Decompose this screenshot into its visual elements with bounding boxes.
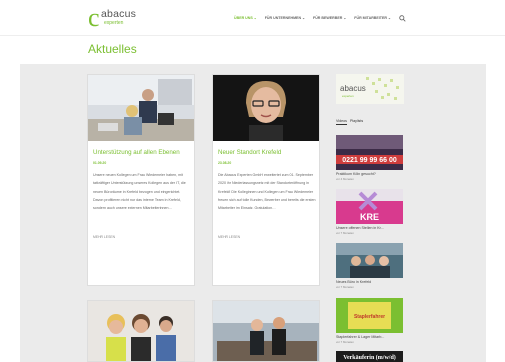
abacus-logo[interactable]: c abacus experten xyxy=(88,3,148,32)
logo-c-mark: c xyxy=(88,3,100,32)
logo-wordmark: abacus xyxy=(101,8,137,20)
post-card-office[interactable] xyxy=(212,300,320,362)
video-thumbnail-image: Verkäuferin (m/w/d) xyxy=(336,351,403,362)
video-thumbnail[interactable]: KRE xyxy=(336,189,403,224)
nav-item-fuer-unternehmen[interactable]: FÜR UNTERNEHMEN⌄ xyxy=(265,14,305,22)
post-excerpt: Die Abacus Experten GmbH erweitertet zum… xyxy=(218,173,316,211)
post-title[interactable]: Neuer Standort Krefeld xyxy=(218,149,318,157)
post-excerpt: Unsere neuen Kollegen um Frau Wiedemeier… xyxy=(93,173,186,211)
post-card-krefeld[interactable]: Neuer Standort Krefeld 23.08.20 Die Abac… xyxy=(212,74,320,286)
read-more-link[interactable]: MEHR LESEN xyxy=(218,235,240,240)
chevron-down-icon: ⌄ xyxy=(387,16,391,20)
video-thumbnail[interactable]: Staplerfahrer xyxy=(336,298,403,333)
site-header: c abacus experten ÜBER UNS⌄ FÜR UNTERNEH… xyxy=(0,0,505,36)
video-thumbnail[interactable]: Verkäuferin (m/w/d) xyxy=(336,350,403,362)
video-thumbnail-image xyxy=(336,243,403,278)
video-overlay-text: Verkäuferin (m/w/d) xyxy=(343,354,396,361)
video-overlay-text: 0221 99 99 66 00 xyxy=(342,157,397,164)
main-nav: ÜBER UNS⌄ FÜR UNTERNEHMEN⌄ FÜR BEWERBER⌄… xyxy=(234,14,406,22)
video-thumbnail[interactable]: 0221 99 99 66 00 xyxy=(336,135,403,170)
svg-text:experten: experten xyxy=(342,94,354,98)
nav-item-ueber-uns[interactable]: ÜBER UNS⌄ xyxy=(234,14,257,22)
read-more-link[interactable]: MEHR LESEN xyxy=(93,235,115,240)
chevron-down-icon: ⌄ xyxy=(253,16,257,20)
post-card-unterstuetzung[interactable]: Unterstützung auf allen Ebenen 01.09.20 … xyxy=(87,74,195,286)
post-title[interactable]: Unterstützung auf allen Ebenen xyxy=(93,149,193,157)
nav-item-fuer-bewerber[interactable]: FÜR BEWERBER⌄ xyxy=(313,14,346,22)
page-title: Aktuelles xyxy=(88,42,137,56)
nav-item-fuer-mitarbeiter[interactable]: FÜR MITARBEITER⌄ xyxy=(354,14,391,22)
post-date: 01.09.20 xyxy=(93,161,107,165)
channel-banner-image: abacus experten xyxy=(336,74,404,104)
post-date: 23.08.20 xyxy=(218,161,232,165)
channel-banner[interactable]: abacus experten xyxy=(336,74,404,104)
svg-text:abacus: abacus xyxy=(340,84,366,93)
video-thumbnail-image: 0221 99 99 66 00 xyxy=(336,135,403,170)
logo-subtitle: experten xyxy=(104,20,124,26)
video-age: vor 7 Monaten xyxy=(336,231,354,235)
post-image[interactable] xyxy=(213,75,319,141)
video-thumbnail-image: Staplerfahrer xyxy=(336,298,403,333)
search-icon[interactable] xyxy=(399,14,406,22)
post-image[interactable] xyxy=(213,301,319,362)
video-age: vor 7 Monaten xyxy=(336,285,354,289)
tab-playlists[interactable]: Playlists xyxy=(350,118,363,125)
video-thumbnail[interactable] xyxy=(336,243,403,278)
video-age: vor 7 Monaten xyxy=(336,340,354,344)
video-thumbnail-image: KRE xyxy=(336,189,403,224)
post-card-team[interactable] xyxy=(87,300,195,362)
video-overlay-text: Staplerfahrer xyxy=(354,314,385,320)
video-overlay-text: KRE xyxy=(360,212,379,222)
video-tabs: Videos Playlists xyxy=(336,118,363,125)
sidebar: abacus experten Videos Playlists 0221 99… xyxy=(336,74,404,362)
post-image[interactable] xyxy=(88,301,194,362)
video-age: vor 4 Monaten xyxy=(336,177,354,181)
post-image[interactable] xyxy=(88,75,194,141)
chevron-down-icon: ⌄ xyxy=(343,16,347,20)
chevron-down-icon: ⌄ xyxy=(302,16,305,20)
tab-videos[interactable]: Videos xyxy=(336,118,347,125)
